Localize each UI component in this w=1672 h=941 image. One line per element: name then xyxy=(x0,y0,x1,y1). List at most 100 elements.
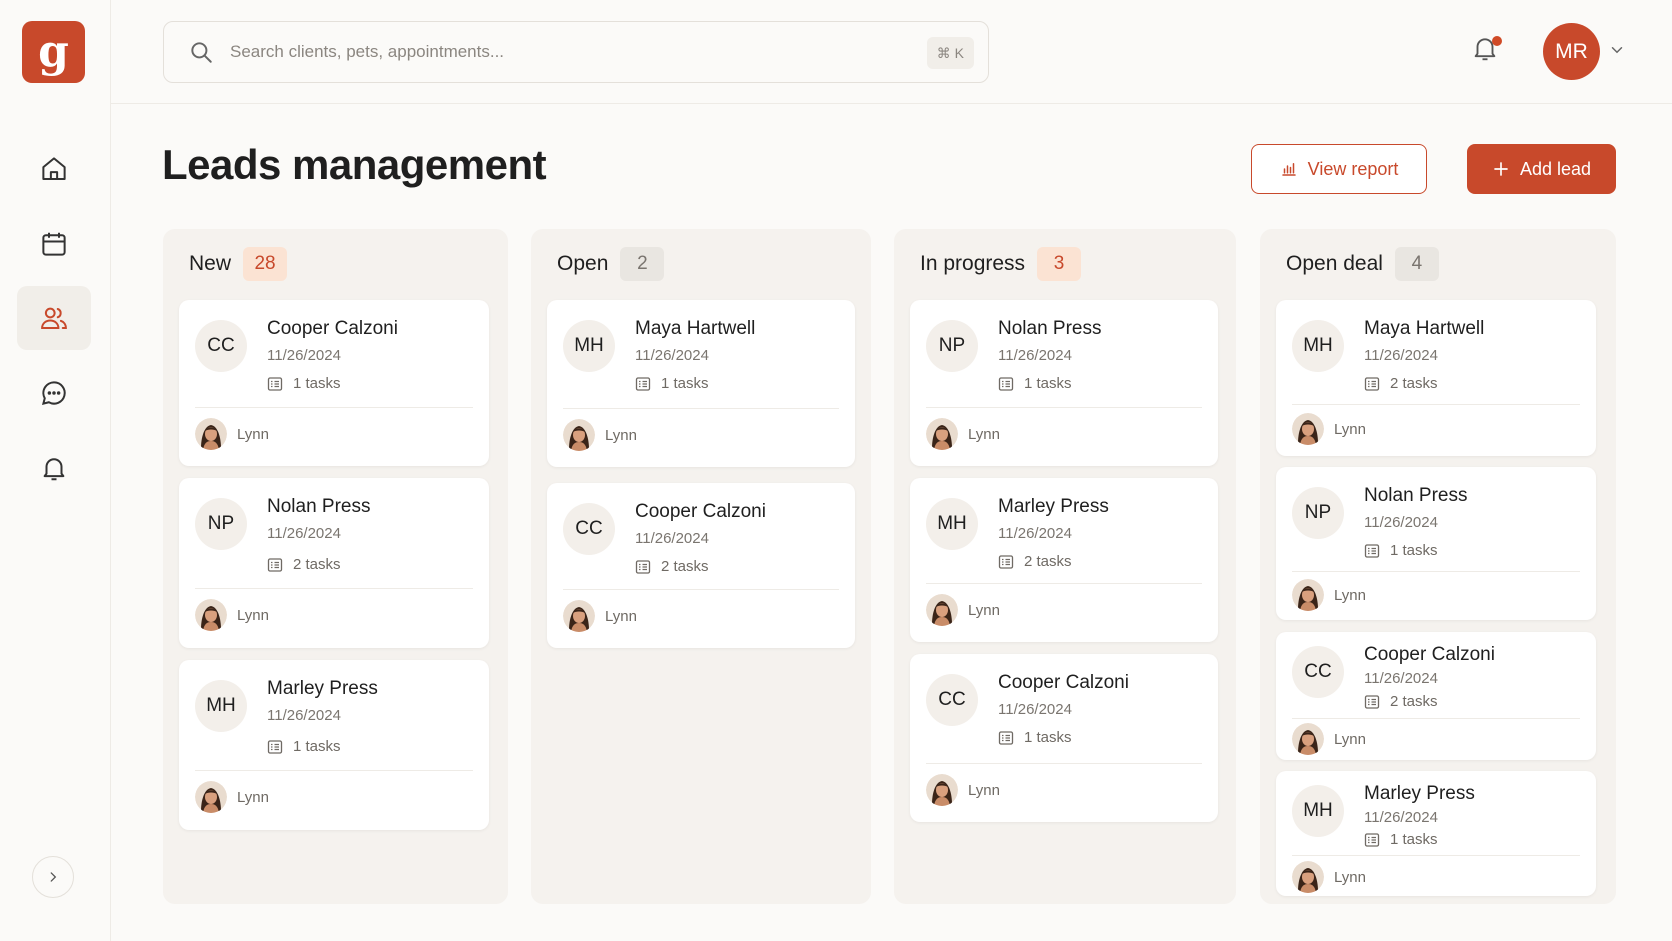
column-title: In progress xyxy=(920,252,1026,275)
lead-card[interactable]: CC Cooper Calzoni 11/26/2024 1 tasks Lyn… xyxy=(910,654,1218,822)
lead-date: 11/26/2024 xyxy=(1364,514,1438,531)
assignee-avatar xyxy=(195,418,227,450)
assignee-name: Lynn xyxy=(1334,730,1366,748)
lead-tasks: 1 tasks xyxy=(267,375,341,392)
lead-initials-avatar: MH xyxy=(1292,785,1344,837)
lead-date: 11/26/2024 xyxy=(267,707,341,724)
lead-initials-avatar: CC xyxy=(926,674,978,726)
lead-date: 11/26/2024 xyxy=(267,525,341,542)
view-report-label: View report xyxy=(1307,158,1399,179)
assignee-avatar xyxy=(1292,579,1324,611)
lead-name: Marley Press xyxy=(998,496,1109,517)
lead-tasks-label: 1 tasks xyxy=(1390,831,1438,848)
app-logo[interactable]: g xyxy=(22,21,85,83)
column-count-badge: 2 xyxy=(620,247,665,281)
sidebar: g xyxy=(0,0,111,941)
search-input[interactable]: Search clients, pets, appointments... ⌘ … xyxy=(163,21,989,83)
lead-tasks: 1 tasks xyxy=(1364,542,1438,559)
notifications-button[interactable] xyxy=(1470,33,1504,67)
assignee-name: Lynn xyxy=(1334,420,1366,438)
view-report-button[interactable]: View report xyxy=(1251,144,1427,194)
sidebar-item-calendar[interactable] xyxy=(17,212,91,276)
lead-name: Marley Press xyxy=(1364,783,1475,804)
lead-card[interactable]: CC Cooper Calzoni 11/26/2024 1 tasks Lyn… xyxy=(179,300,489,466)
column-count-badge: 4 xyxy=(1394,247,1439,281)
assignee-name: Lynn xyxy=(1334,586,1366,604)
lead-card[interactable]: MH Maya Hartwell 11/26/2024 2 tasks Lynn xyxy=(1276,300,1596,456)
tasks-icon xyxy=(635,376,651,392)
assignee-avatar xyxy=(1292,413,1324,445)
card-divider xyxy=(195,588,473,589)
assignee-name: Lynn xyxy=(237,425,269,443)
sidebar-item-home[interactable] xyxy=(17,137,91,201)
lead-card[interactable]: NP Nolan Press 11/26/2024 2 tasks Lynn xyxy=(179,478,489,648)
lead-date: 11/26/2024 xyxy=(635,530,709,547)
tasks-icon xyxy=(635,559,651,575)
search-icon xyxy=(191,42,212,63)
column-count-badge: 28 xyxy=(243,247,288,281)
lead-name: Cooper Calzoni xyxy=(635,501,766,522)
tasks-icon xyxy=(267,739,283,755)
assignee: Lynn xyxy=(195,599,269,631)
card-divider xyxy=(1292,855,1580,856)
tasks-icon xyxy=(1364,694,1380,710)
sidebar-item-messages[interactable] xyxy=(17,361,91,425)
lead-tasks-label: 1 tasks xyxy=(293,375,341,392)
tasks-icon xyxy=(267,557,283,573)
assignee-avatar xyxy=(1292,861,1324,893)
sidebar-item-clients[interactable] xyxy=(17,286,91,350)
card-divider xyxy=(195,770,473,771)
lead-card[interactable]: NP Nolan Press 11/26/2024 1 tasks Lynn xyxy=(910,300,1218,466)
column-title: Open deal xyxy=(1286,252,1383,275)
column-in-progress: In progress 3 NP Nolan Press 11/26/2024 … xyxy=(894,229,1236,904)
lead-card[interactable]: MH Marley Press 11/26/2024 1 tasks Lynn xyxy=(1276,771,1596,896)
lead-initials-avatar: CC xyxy=(1292,646,1344,698)
assignee-name: Lynn xyxy=(237,788,269,806)
expand-sidebar-button[interactable] xyxy=(32,856,74,898)
lead-date: 11/26/2024 xyxy=(267,347,341,364)
lead-tasks: 2 tasks xyxy=(267,556,341,573)
lead-card[interactable]: NP Nolan Press 11/26/2024 1 tasks Lynn xyxy=(1276,467,1596,620)
column-title: New xyxy=(189,252,232,275)
user-avatar[interactable]: MR xyxy=(1543,23,1600,80)
assignee-avatar xyxy=(563,600,595,632)
assignee-avatar xyxy=(926,594,958,626)
lead-card[interactable]: MH Marley Press 11/26/2024 2 tasks Lynn xyxy=(910,478,1218,642)
chat-icon xyxy=(41,381,66,406)
assignee-avatar xyxy=(195,599,227,631)
lead-name: Maya Hartwell xyxy=(635,318,756,339)
add-lead-button[interactable]: Add lead xyxy=(1467,144,1616,194)
tasks-icon xyxy=(998,730,1014,746)
lead-date: 11/26/2024 xyxy=(635,347,709,364)
sidebar-item-notifications[interactable] xyxy=(17,436,91,500)
lead-tasks: 2 tasks xyxy=(1364,375,1438,392)
lead-name: Cooper Calzoni xyxy=(267,318,398,339)
lead-date: 11/26/2024 xyxy=(998,701,1072,718)
assignee: Lynn xyxy=(195,781,269,813)
lead-name: Nolan Press xyxy=(1364,485,1468,506)
page-title: Leads management xyxy=(162,141,547,188)
card-divider xyxy=(926,407,1202,408)
lead-tasks: 1 tasks xyxy=(267,738,341,755)
lead-date: 11/26/2024 xyxy=(998,347,1072,364)
lead-card[interactable]: MH Marley Press 11/26/2024 1 tasks Lynn xyxy=(179,660,489,830)
lead-name: Nolan Press xyxy=(267,496,371,517)
lead-card[interactable]: MH Maya Hartwell 11/26/2024 1 tasks Lynn xyxy=(547,300,855,467)
lead-date: 11/26/2024 xyxy=(1364,670,1438,687)
tasks-icon xyxy=(998,554,1014,570)
tasks-icon xyxy=(267,376,283,392)
column-count-badge: 3 xyxy=(1037,247,1082,281)
lead-card[interactable]: CC Cooper Calzoni 11/26/2024 2 tasks Lyn… xyxy=(547,483,855,648)
top-bar: Search clients, pets, appointments... ⌘ … xyxy=(111,0,1672,104)
column-new: New 28 CC Cooper Calzoni 11/26/2024 1 ta… xyxy=(163,229,508,904)
assignee: Lynn xyxy=(1292,861,1366,893)
lead-card[interactable]: CC Cooper Calzoni 11/26/2024 2 tasks Lyn… xyxy=(1276,632,1596,760)
assignee-name: Lynn xyxy=(968,425,1000,443)
lead-tasks-label: 2 tasks xyxy=(661,558,709,575)
lead-tasks: 1 tasks xyxy=(1364,831,1438,848)
chevron-down-icon[interactable] xyxy=(1608,41,1626,59)
plus-icon xyxy=(1494,162,1508,176)
lead-tasks: 2 tasks xyxy=(1364,693,1438,710)
card-divider xyxy=(563,408,839,409)
lead-tasks-label: 2 tasks xyxy=(293,556,341,573)
